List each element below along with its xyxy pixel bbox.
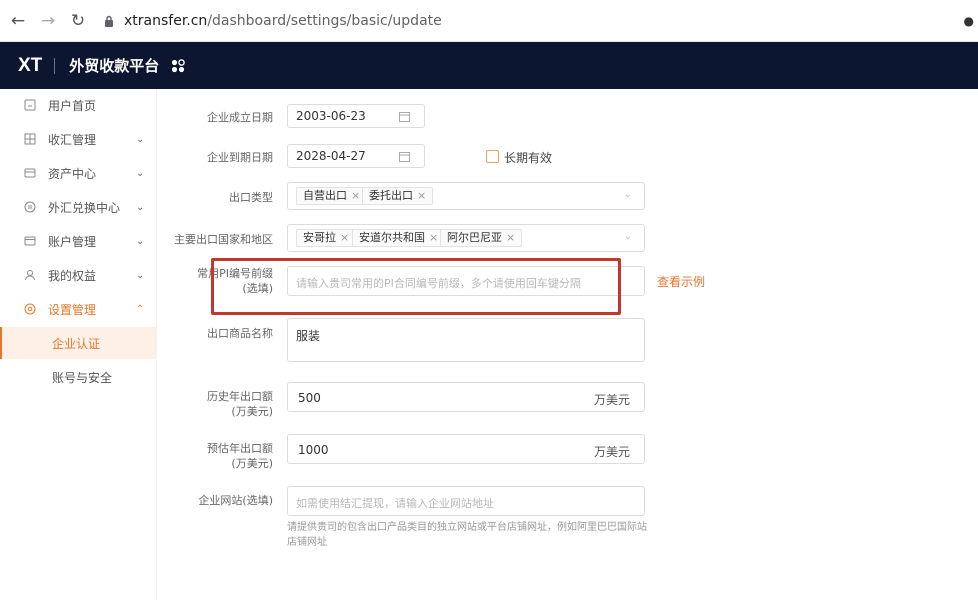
platform-name: 外贸收款平台 <box>69 57 160 75</box>
estimate-amount-input[interactable]: 1000 万美元 <box>287 434 645 464</box>
sidebar-item-receipts[interactable]: 收汇管理 ⌄ <box>0 127 157 151</box>
history-amount-label: 历史年出口额 (万美元) <box>207 390 273 418</box>
forward-icon[interactable]: → <box>36 9 60 33</box>
tag-angola: 安哥拉 × <box>296 229 357 247</box>
tag-andorra: 安道尔共和国 × <box>352 229 446 247</box>
long-term-label[interactable]: 长期有效 <box>504 149 552 166</box>
history-amount-value: 500 <box>298 391 321 405</box>
chevron-down-icon: ⌄ <box>136 201 145 213</box>
establish-date-field[interactable]: 2003-06-23 <box>287 104 425 128</box>
pi-prefix-label: 常用PI编号前缀 (选填) <box>197 267 273 295</box>
sidebar-item-label: 我的权益 <box>48 268 97 283</box>
sidebar-item-fx-exchange[interactable]: 外汇兑换中心 ⌄ <box>0 195 157 219</box>
export-type-label: 出口类型 <box>229 191 273 204</box>
pi-prefix-input[interactable]: 请输入贵司常用的PI合同编号前缀，多个请使用回车键分隔 <box>287 266 645 296</box>
app-header: XT 外贸收款平台 <box>0 42 978 89</box>
view-example-link[interactable]: 查看示例 <box>657 273 705 290</box>
sidebar-item-label: 外汇兑换中心 <box>48 200 121 215</box>
settings-icon <box>24 303 36 315</box>
sidebar-subitem-label: 企业认证 <box>52 336 101 351</box>
more-icon[interactable]: ● <box>964 14 974 28</box>
website-helper-text: 请提供贵司的包含出口产品类目的独立网站或平台店铺网址，例如阿里巴巴国际站店铺网址 <box>287 522 647 548</box>
card-icon <box>24 235 36 247</box>
back-icon[interactable]: ← <box>6 9 30 33</box>
sidebar-item-label: 资产中心 <box>48 166 97 181</box>
website-label: 企业网站(选填) <box>198 494 273 507</box>
receipt-icon <box>24 133 36 145</box>
browser-toolbar: ← → ↻ xtransfer.cn/dashboard/settings/ba… <box>0 0 978 42</box>
chevron-down-icon[interactable]: ⌄ <box>624 189 632 200</box>
sidebar-subitem-label: 账号与安全 <box>52 370 113 385</box>
apps-grid-icon[interactable] <box>171 58 186 73</box>
tag-entrusted-export: 委托出口 × <box>362 187 434 205</box>
tag-close-icon[interactable]: × <box>506 231 515 244</box>
export-type-select[interactable]: 自营出口 × 委托出口 × ⌄ <box>287 182 645 210</box>
tag-close-icon[interactable]: × <box>351 189 360 202</box>
chevron-down-icon[interactable]: ⌄ <box>624 231 632 242</box>
long-term-checkbox[interactable] <box>486 150 499 163</box>
calendar-icon[interactable] <box>399 111 410 122</box>
tag-albania: 阿尔巴尼亚 × <box>440 229 523 247</box>
chevron-up-icon: ⌃ <box>136 303 145 315</box>
expire-date-value: 2028-04-27 <box>296 149 366 163</box>
user-icon <box>24 269 36 281</box>
expire-date-label: 企业到期日期 <box>207 151 273 164</box>
address-bar[interactable]: xtransfer.cn/dashboard/settings/basic/up… <box>104 13 442 29</box>
calendar-icon[interactable] <box>399 151 410 162</box>
establish-date-value: 2003-06-23 <box>296 109 366 123</box>
sidebar-item-label: 设置管理 <box>48 302 97 317</box>
history-amount-unit: 万美元 <box>593 393 630 407</box>
sidebar-item-label: 收汇管理 <box>48 132 97 147</box>
product-name-label: 出口商品名称 <box>207 327 273 340</box>
export-countries-label: 主要出口国家和地区 <box>174 233 273 246</box>
tag-close-icon[interactable]: × <box>429 231 438 244</box>
exchange-icon <box>24 201 36 213</box>
estimate-amount-label: 预估年出口额 (万美元) <box>207 442 273 470</box>
lock-icon <box>104 15 114 27</box>
sidebar-item-accounts[interactable]: 账户管理 ⌄ <box>0 229 157 253</box>
sidebar-item-benefits[interactable]: 我的权益 ⌄ <box>0 263 157 287</box>
export-countries-select[interactable]: 安哥拉 × 安道尔共和国 × 阿尔巴尼亚 × ⌄ <box>287 224 645 252</box>
chevron-down-icon: ⌄ <box>136 269 145 281</box>
chevron-down-icon: ⌄ <box>136 235 145 247</box>
chevron-down-icon: ⌄ <box>136 133 145 145</box>
website-placeholder: 如需使用结汇提现，请输入企业网站地址 <box>296 497 494 510</box>
chevron-down-icon: ⌄ <box>136 167 145 179</box>
reload-icon[interactable]: ↻ <box>66 9 90 33</box>
product-name-textarea[interactable]: 服装 <box>287 318 645 362</box>
sidebar-subitem-account-security[interactable]: 账号与安全 <box>0 361 157 393</box>
sidebar-item-label: 账户管理 <box>48 234 97 249</box>
url-path: /dashboard/settings/basic/update <box>207 12 442 29</box>
sidebar-item-settings[interactable]: 设置管理 ⌃ <box>0 297 157 321</box>
wallet-icon <box>24 167 36 179</box>
tag-close-icon[interactable]: × <box>417 189 426 202</box>
product-name-value: 服装 <box>296 329 321 343</box>
header-divider <box>54 57 56 74</box>
estimate-amount-value: 1000 <box>298 443 329 457</box>
establish-date-label: 企业成立日期 <box>207 111 273 124</box>
home-icon <box>24 99 36 111</box>
sidebar: 用户首页 收汇管理 ⌄ 资产中心 ⌄ 外汇兑换中心 ⌄ 账户管理 ⌄ 我的权益 … <box>0 89 157 600</box>
url-host: xtransfer.cn <box>124 12 208 29</box>
pi-prefix-placeholder: 请输入贵司常用的PI合同编号前缀，多个请使用回车键分隔 <box>296 277 581 290</box>
sidebar-item-assets[interactable]: 资产中心 ⌄ <box>0 161 157 185</box>
history-amount-input[interactable]: 500 万美元 <box>287 382 645 412</box>
sidebar-item-label: 用户首页 <box>48 98 97 113</box>
tag-close-icon[interactable]: × <box>340 231 349 244</box>
logo[interactable]: XT <box>18 55 42 77</box>
tag-self-export: 自营出口 × <box>296 187 368 205</box>
website-input[interactable]: 如需使用结汇提现，请输入企业网站地址 <box>287 486 645 516</box>
expire-date-field[interactable]: 2028-04-27 <box>287 144 425 168</box>
estimate-amount-unit: 万美元 <box>593 445 630 459</box>
sidebar-item-home[interactable]: 用户首页 <box>0 93 157 117</box>
sidebar-subitem-enterprise-verification[interactable]: 企业认证 <box>0 327 157 359</box>
